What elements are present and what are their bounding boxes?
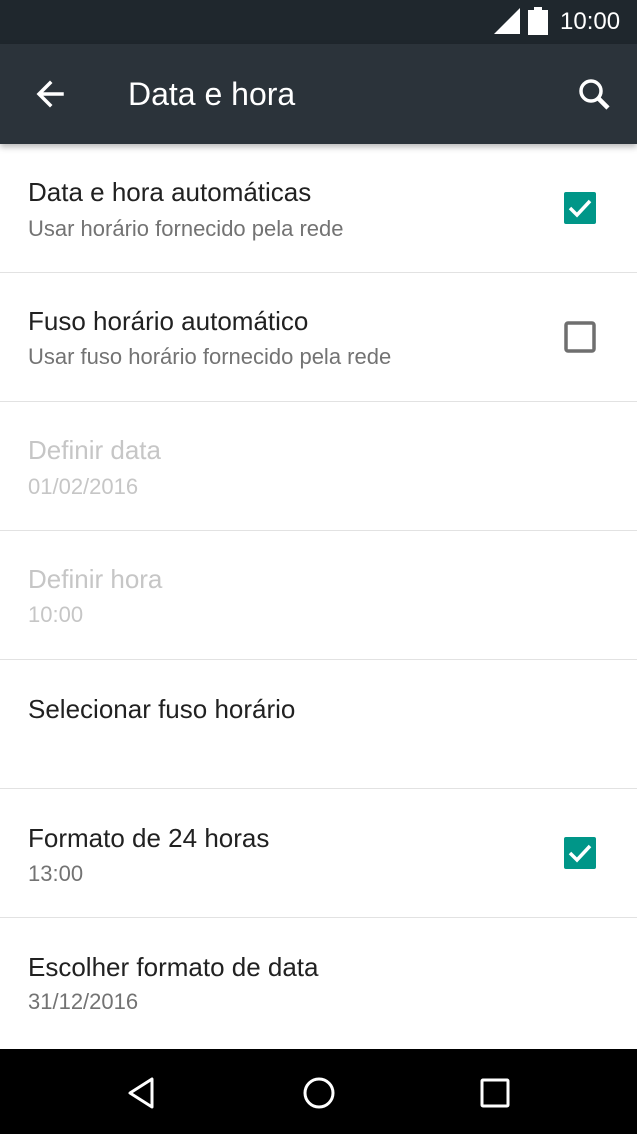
search-icon[interactable] bbox=[570, 70, 620, 120]
setting-summary: 10:00 bbox=[28, 602, 84, 627]
setting-summary: 13:00 bbox=[28, 861, 84, 886]
setting-title: Escolher formato de data bbox=[28, 952, 319, 982]
setting-set-date: Definir data 01/02/2016 bbox=[0, 402, 637, 531]
setting-set-time: Definir hora 10:00 bbox=[0, 531, 637, 660]
back-arrow-icon[interactable] bbox=[24, 70, 74, 120]
setting-summary: 01/02/2016 bbox=[28, 474, 139, 499]
setting-title: Fuso horário automático bbox=[28, 306, 309, 336]
signal-icon bbox=[494, 8, 520, 34]
checkbox-checked-icon[interactable] bbox=[561, 189, 599, 227]
setting-auto-date-time[interactable]: Data e hora automáticas Usar horário for… bbox=[0, 144, 637, 273]
nav-home-icon[interactable] bbox=[295, 1069, 343, 1117]
navigation-bar bbox=[0, 1049, 637, 1134]
page-title: Data e hora bbox=[128, 76, 296, 112]
setting-title: Definir data bbox=[28, 435, 161, 465]
battery-icon bbox=[528, 7, 548, 35]
nav-recents-icon[interactable] bbox=[471, 1069, 519, 1117]
status-bar: 10:00 bbox=[0, 0, 637, 44]
setting-title: Definir hora bbox=[28, 564, 163, 594]
setting-auto-timezone[interactable]: Fuso horário automático Usar fuso horári… bbox=[0, 273, 637, 402]
setting-24-hour-format[interactable]: Formato de 24 horas 13:00 bbox=[0, 789, 637, 918]
setting-title: Data e hora automáticas bbox=[28, 177, 312, 207]
setting-title: Formato de 24 horas bbox=[28, 823, 270, 853]
setting-title: Selecionar fuso horário bbox=[28, 694, 296, 724]
setting-date-format[interactable]: Escolher formato de data 31/12/2016 bbox=[0, 918, 637, 1047]
setting-summary: Usar horário fornecido pela rede bbox=[28, 216, 344, 241]
setting-summary: Usar fuso horário fornecido pela rede bbox=[28, 344, 392, 369]
app-toolbar: Data e hora bbox=[0, 44, 637, 144]
checkbox-unchecked-icon[interactable] bbox=[561, 318, 599, 356]
checkbox-checked-icon[interactable] bbox=[561, 834, 599, 872]
setting-summary: 31/12/2016 bbox=[28, 989, 139, 1014]
setting-select-timezone[interactable]: Selecionar fuso horário bbox=[0, 660, 637, 789]
status-time: 10:00 bbox=[560, 8, 621, 35]
nav-back-icon[interactable] bbox=[118, 1069, 166, 1117]
